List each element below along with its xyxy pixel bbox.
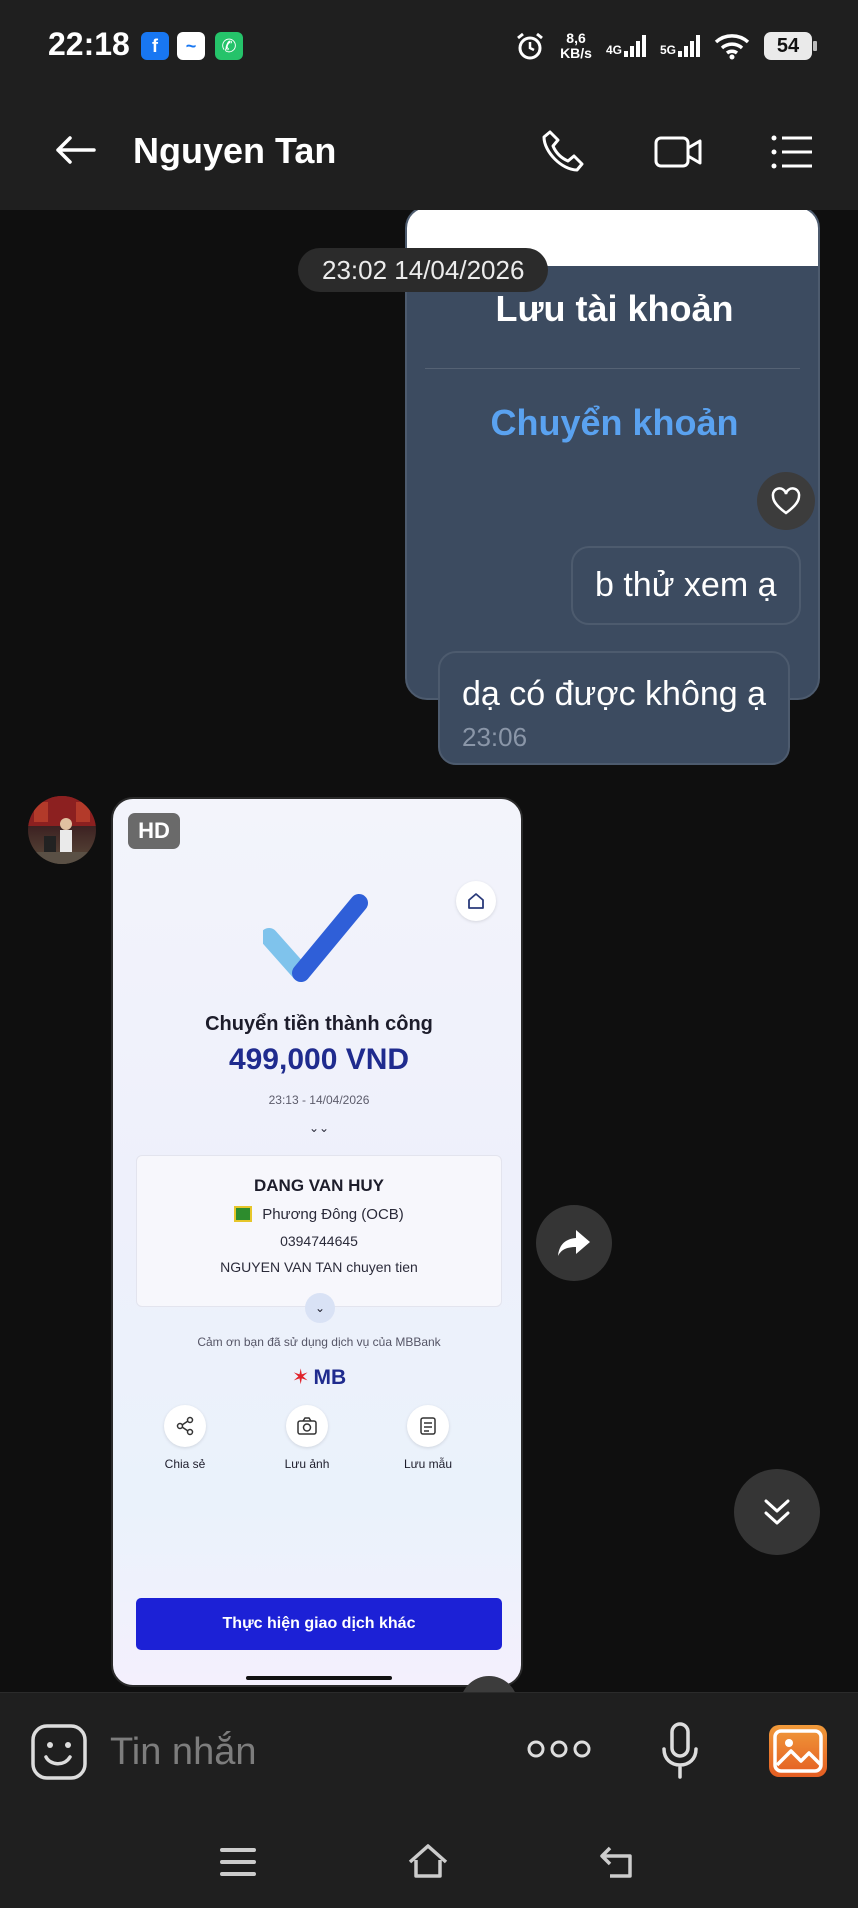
share-action: Chia sẻ [135, 1405, 235, 1471]
signal-bars-icon [678, 35, 700, 57]
message-text: b thử xem ạ [595, 566, 777, 604]
alarm-icon [517, 32, 543, 60]
status-time: 22:18 [48, 26, 130, 62]
success-check-icon [263, 894, 368, 982]
account-number: 0394744645 [280, 1233, 358, 1249]
chat-area[interactable]: Lưu tài khoản Chuyển khoản 23:02 14/04/2… [0, 210, 858, 1692]
save-account-button[interactable]: Lưu tài khoản [407, 288, 818, 330]
date-separator: 23:02 14/04/2026 [298, 248, 549, 292]
bank-name: Phương Đông (OCB) [262, 1206, 404, 1223]
battery-indicator: 54 [764, 32, 817, 60]
recipient-details: DANG VAN HUY Phương Đông (OCB) 039474464… [136, 1155, 502, 1307]
share-label: Chia sẻ [164, 1457, 206, 1471]
save-template-action: Lưu mẫu [378, 1405, 478, 1471]
brand-name: MB [313, 1366, 347, 1389]
template-icon [407, 1405, 449, 1447]
home-nav-icon[interactable] [406, 1840, 450, 1884]
network-speed: 8,6 KB/s [560, 31, 592, 61]
share-icon [164, 1405, 206, 1447]
recipient-name: DANG VAN HUY [253, 1176, 385, 1195]
save-image-label: Lưu ảnh [284, 1457, 330, 1471]
message-input[interactable]: Tin nhắn [110, 1731, 256, 1774]
transfer-receipt-image[interactable]: HD Chuyển tiền thành công 499,000 VND 23… [111, 797, 523, 1687]
thanks-text: Cảm ơn bạn đã sử dụng dịch vụ của MBBank [197, 1335, 441, 1349]
transfer-amount: 499,000 VND [228, 1043, 410, 1076]
signal-bars-icon [623, 35, 646, 57]
chevron-down-icon: ⌄⌄ [309, 1121, 330, 1135]
message-time: 23:06 [462, 722, 528, 752]
recipient-bank: Phương Đông (OCB) [137, 1206, 501, 1223]
microphone-icon[interactable] [660, 1721, 700, 1781]
back-arrow-icon[interactable] [50, 124, 102, 176]
recent-apps-icon[interactable] [216, 1840, 260, 1884]
chat-header: Nguyen Tan [0, 92, 858, 210]
network-type-2: 5G [659, 43, 676, 57]
phone-notification-icon: ✆ [215, 32, 243, 60]
more-options-icon[interactable] [526, 1737, 592, 1761]
transfer-button[interactable]: Chuyển khoản [407, 402, 818, 444]
video-call-icon[interactable] [652, 126, 704, 178]
gallery-image-icon[interactable] [769, 1725, 827, 1777]
bank-logo-icon [234, 1206, 253, 1222]
home-icon [456, 881, 496, 921]
messenger-notification-icon: ~ [177, 32, 205, 60]
scroll-down-icon[interactable] [734, 1469, 820, 1555]
expand-chevron-icon: ⌄ [305, 1293, 335, 1323]
signal-5g: 5G [660, 35, 700, 57]
save-template-label: Lưu mẫu [403, 1457, 453, 1471]
emoji-sticker-icon[interactable] [30, 1723, 88, 1781]
system-nav-bar [0, 1816, 858, 1908]
phone-call-icon[interactable] [536, 126, 588, 178]
new-transaction-button: Thực hiện giao dịch khác [136, 1598, 502, 1650]
signal-4g: 4G [606, 35, 646, 57]
message-text: dạ có được không ạ [462, 675, 767, 713]
speed-value: 8,6 [566, 30, 586, 46]
message-bubble[interactable]: dạ có được không ạ 23:06 [438, 651, 791, 765]
status-bar: 22:18 f ~ ✆ 8,6 KB/s 4G 5G 54 [0, 0, 858, 92]
hd-badge: HD [128, 813, 180, 849]
transfer-status: Chuyển tiền thành công [205, 1013, 433, 1035]
forward-share-icon[interactable] [536, 1205, 612, 1281]
mb-star-icon: ✶ [291, 1366, 310, 1389]
message-bubble[interactable]: b thử xem ạ [571, 546, 801, 625]
contact-avatar[interactable] [28, 796, 96, 864]
wifi-icon [714, 34, 750, 60]
network-type-1: 4G [605, 43, 622, 57]
react-heart-icon[interactable] [757, 472, 815, 530]
transfer-note: NGUYEN VAN TAN chuyen tien [220, 1259, 418, 1275]
status-indicators: 8,6 KB/s 4G 5G 54 [514, 26, 817, 66]
facebook-notification-icon: f [141, 32, 169, 60]
card-divider [425, 368, 800, 369]
mb-logo: ✶ MB [113, 1365, 521, 1390]
back-nav-icon[interactable] [598, 1840, 642, 1884]
menu-list-icon[interactable] [766, 126, 818, 178]
home-indicator [246, 1676, 392, 1680]
speed-unit: KB/s [560, 45, 592, 61]
message-composer: Tin nhắn [0, 1692, 858, 1816]
transfer-datetime: 23:13 - 14/04/2026 [268, 1093, 370, 1107]
contact-name[interactable]: Nguyen Tan [133, 130, 336, 172]
save-image-action: Lưu ảnh [257, 1405, 357, 1471]
camera-icon [286, 1405, 328, 1447]
